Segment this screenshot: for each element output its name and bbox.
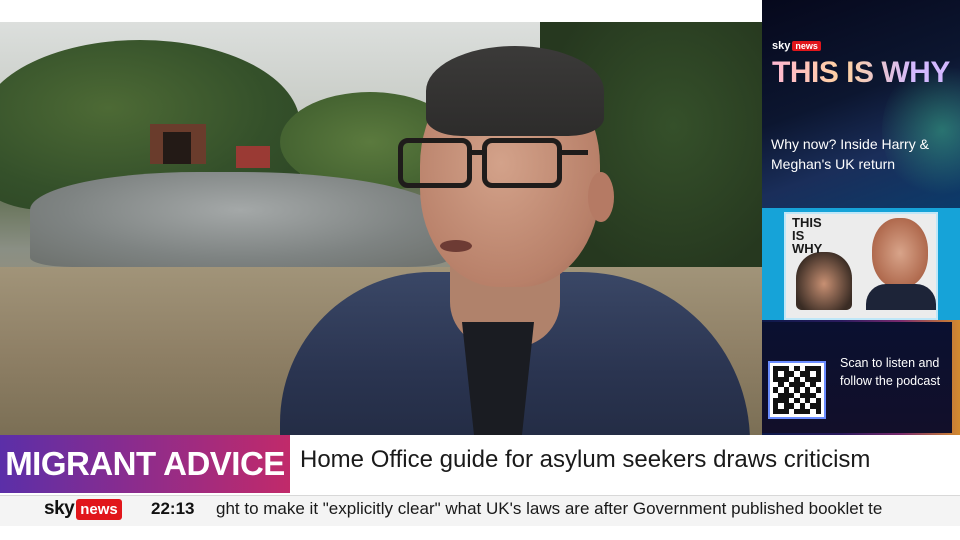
qr-caption: Scan to listen and follow the podcast: [840, 356, 941, 388]
promo-brand-logo: sky news: [772, 40, 821, 52]
qr-code-icon: [768, 361, 826, 419]
promo-brand-sky: sky: [772, 40, 791, 52]
glasses: [398, 138, 588, 192]
red-container: [236, 146, 270, 168]
bottom-margin: [0, 526, 960, 540]
sky-news-logo: sky news: [44, 498, 122, 520]
story-label: MIGRANT ADVICE: [0, 435, 290, 493]
thumbnail-person-left: [796, 252, 852, 310]
promo-title: THIS IS WHY: [772, 56, 950, 89]
thumbnail-suit: [866, 284, 936, 310]
logo-news: news: [76, 498, 122, 520]
story-label-text: MIGRANT ADVICE: [5, 445, 285, 482]
shed-door: [163, 132, 191, 164]
ticker-clock: 22:13: [151, 499, 195, 518]
ear: [588, 172, 614, 222]
hair: [426, 46, 604, 136]
interviewee: [270, 22, 760, 442]
thumbnail-title: THIS IS WHY: [792, 215, 823, 256]
logo-sky: sky: [44, 498, 75, 519]
promo-teaser: Why now? Inside Harry & Meghan's UK retu…: [771, 136, 929, 172]
promo-brand-news: news: [792, 41, 821, 51]
mouth: [440, 240, 472, 252]
ticker-text: ght to make it "explicitly clear" what U…: [216, 499, 883, 518]
thumbnail-person-right: [872, 218, 928, 288]
headline: Home Office guide for asylum seekers dra…: [300, 446, 871, 473]
